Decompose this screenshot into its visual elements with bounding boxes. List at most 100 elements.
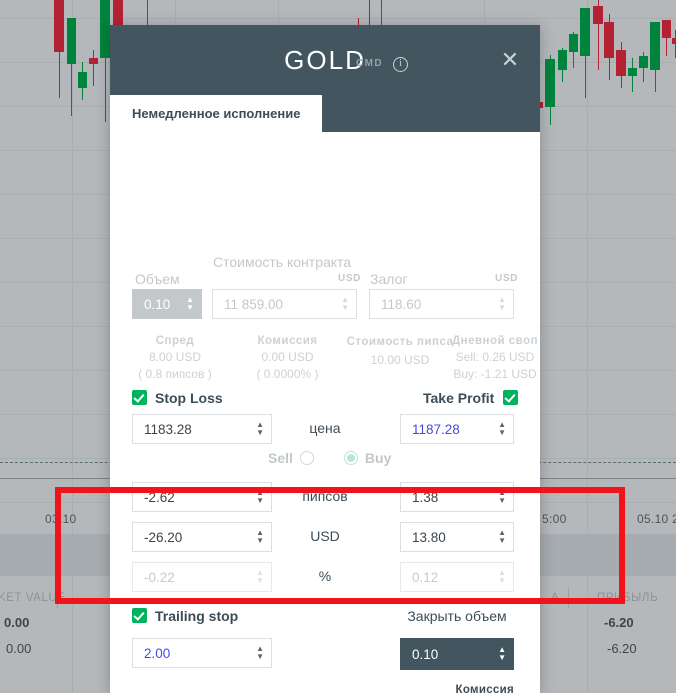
stop-loss-usd-value: -26.20 [144,529,183,545]
close-icon[interactable]: ✕ [498,49,522,73]
candlestick [580,8,590,98]
stop-loss-price-value: 1183.28 [144,421,192,437]
candlestick [616,42,626,88]
volume-value: 0.10 [144,296,171,312]
take-profit-checkbox[interactable] [503,390,518,405]
tab-label: Немедленное исполнение [132,106,301,121]
stop-loss-usd-stepper[interactable]: ▲ ▼ [256,529,264,545]
stat-pip-value: Стоимость пипса 10.00 USD [345,335,455,367]
table-cell-market-value-row: 0.00 [6,641,32,656]
order-modify-dialog: GOLD CMD i ✕ Немедленное исполнение Объе… [110,25,540,693]
candlestick [593,0,603,70]
take-profit-percent-value: 0.12 [412,569,439,585]
candlestick [628,58,637,92]
sell-radio[interactable] [299,451,314,465]
direction-radio-group: Sell Buy [268,450,391,466]
take-profit-percent-input[interactable]: 0.12 ▲ ▼ [400,562,514,592]
take-profit-usd-stepper[interactable]: ▲ ▼ [498,529,506,545]
column-divider [568,588,569,608]
take-profit-pips-input[interactable]: 1.38 ▲ ▼ [400,482,514,512]
trailing-stop-input[interactable]: 2.00 ▲ ▼ [132,638,272,668]
tab-bar: Немедленное исполнение [110,95,540,132]
stop-loss-price-stepper[interactable]: ▲ ▼ [256,421,264,437]
stat-spread-line1: 8.00 USD [148,350,202,364]
take-profit-usd-value: 13.80 [412,529,446,545]
candlestick [558,48,567,82]
candlestick [672,30,676,58]
margin-stepper[interactable]: ▲ ▼ [498,296,506,312]
buy-radio[interactable] [343,451,358,465]
candlestick [650,22,660,92]
tab-immediate-execution[interactable]: Немедленное исполнение [110,95,323,132]
candlestick [545,55,555,125]
stop-loss-percent-input[interactable]: -0.22 ▲ ▼ [132,562,272,592]
take-profit-label: Take Profit [423,390,495,406]
close-volume-input[interactable]: 0.10 ▲ ▼ [400,638,514,670]
candlestick [78,62,87,100]
contract-value-input[interactable]: 11 859.00 ▲ ▼ [212,289,357,319]
stat-commission-line2: ( 0.0000% ) [256,367,319,381]
stop-loss-label: Stop Loss [155,390,223,406]
take-profit-price-value: 1187.28 [412,421,460,437]
stat-commission-line1: 0.00 USD [261,350,314,364]
grid-line-vertical [587,0,588,693]
margin-label: Залог [370,271,408,287]
volume-label: Объем [135,271,180,287]
x-axis-tick-label: 03.10 [45,512,77,526]
stat-commission-title: Комиссия [257,335,318,347]
table-cell-profit-row: -6.20 [607,641,637,656]
candlestick [89,50,98,86]
candlestick [662,20,671,56]
take-profit-percent-stepper[interactable]: ▲ ▼ [498,569,506,585]
commission-label: Комиссия [455,684,514,693]
stat-pip-value-title: Стоимость пипса [346,336,454,348]
candlestick [639,52,648,82]
take-profit-price-stepper[interactable]: ▲ ▼ [498,421,506,437]
stat-pip-value-line1: 10.00 USD [370,353,430,367]
contract-value-text: 11 859.00 [224,296,284,312]
take-profit-price-input[interactable]: 1187.28 ▲ ▼ [400,414,514,444]
stop-loss-percent-value: -0.22 [144,569,175,585]
trailing-stop-checkbox[interactable] [132,608,147,623]
stop-loss-usd-input[interactable]: -26.20 ▲ ▼ [132,522,272,552]
trailing-stop-label: Trailing stop [155,608,239,624]
candlestick [604,14,614,80]
take-profit-usd-input[interactable]: 13.80 ▲ ▼ [400,522,514,552]
table-cell-profit-total: -6.20 [604,615,634,630]
margin-input[interactable]: 118.60 ▲ ▼ [369,289,514,319]
buy-label: Buy [364,450,392,466]
stop-loss-pips-stepper[interactable]: ▲ ▼ [256,489,264,505]
close-volume-stepper[interactable]: ▲ ▼ [498,646,506,662]
row-label-pips: пипсов [302,488,348,504]
stat-spread-line2: ( 0.8 пипсов ) [138,367,212,381]
stop-loss-percent-stepper[interactable]: ▲ ▼ [256,569,264,585]
close-volume-label: Закрыть объем [407,608,507,624]
dialog-header: GOLD CMD i ✕ [110,25,540,95]
stop-loss-price-input[interactable]: 1183.28 ▲ ▼ [132,414,272,444]
x-axis-tick-label: 5:00 [542,512,567,526]
info-icon[interactable]: i [393,57,408,72]
take-profit-pips-stepper[interactable]: ▲ ▼ [498,489,506,505]
stat-daily-swap-title: Дневной своп [451,335,539,347]
table-cell-market-value-total: 0.00 [4,615,30,630]
x-axis-tick-label: 05.10 2 [637,512,676,526]
trailing-stop-value: 2.00 [144,645,171,661]
candlestick [54,0,64,98]
table-header-partial: A [551,592,560,604]
stop-loss-pips-input[interactable]: -2.62 ▲ ▼ [132,482,272,512]
volume-input[interactable]: 0.10 ▲ ▼ [132,289,202,319]
instrument-category-label: CMD [356,58,383,69]
table-header-profit: ПРИБЫЛЬ [597,592,659,604]
contract-value-stepper[interactable]: ▲ ▼ [341,296,349,312]
row-label-price: цена [309,420,341,436]
candlestick [100,0,110,122]
trailing-stop-stepper[interactable]: ▲ ▼ [256,645,264,661]
stop-loss-checkbox[interactable] [132,390,147,405]
table-header-market-value: KET VALUE [0,592,66,604]
dialog-body: Объем 0.10 ▲ ▼ Стоимость контракта USD 11… [110,132,540,693]
volume-stepper[interactable]: ▲ ▼ [186,296,194,312]
contract-value-label: Стоимость контракта [213,254,352,270]
take-profit-pips-value: 1.38 [412,489,439,505]
candlestick [380,0,383,28]
stop-loss-pips-value: -2.62 [144,489,175,505]
